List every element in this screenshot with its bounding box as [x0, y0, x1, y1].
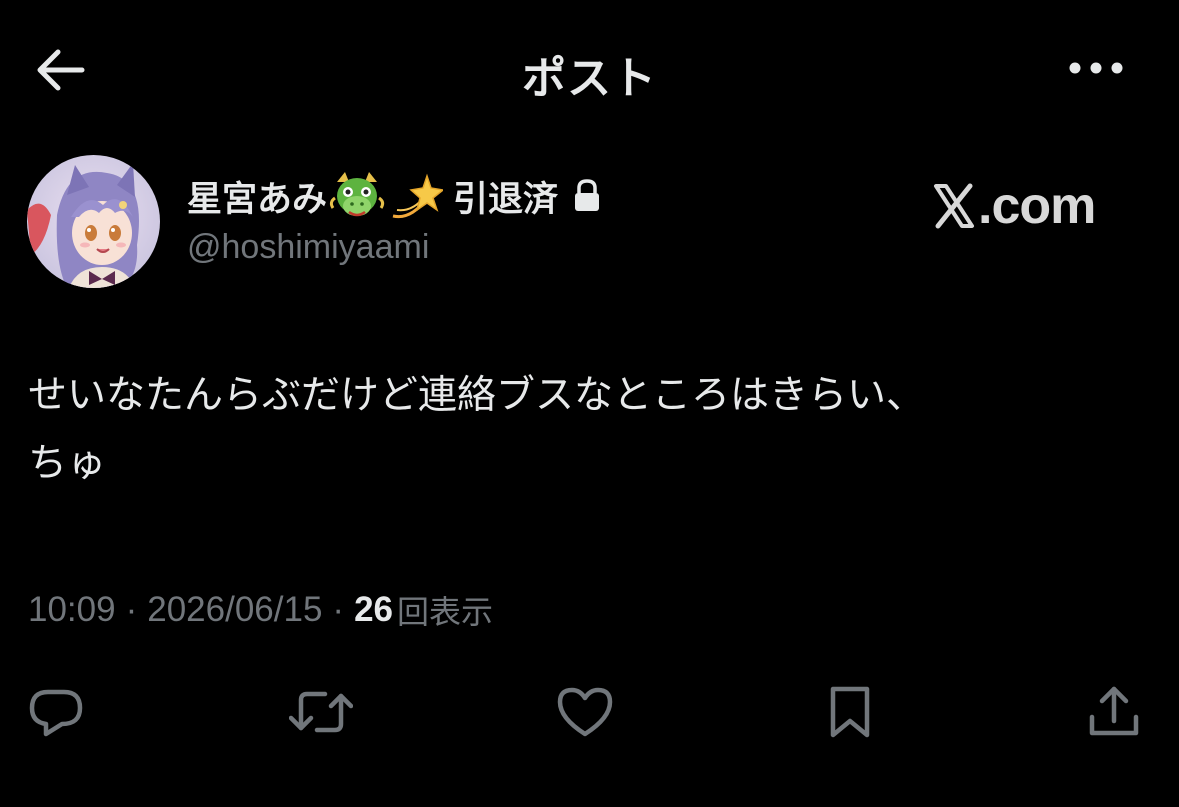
avatar-image — [27, 155, 160, 288]
views-label: 回表示 — [397, 593, 494, 631]
separator: · — [332, 590, 345, 629]
like-button[interactable] — [553, 680, 617, 744]
x-com-watermark: .com — [930, 176, 1096, 236]
more-horizontal-icon — [1069, 62, 1123, 74]
status-text: 引退済 — [453, 179, 559, 220]
post-text-line: せいなたんらぶだけど連絡ブスなところはきらい、 — [28, 373, 926, 418]
share-button[interactable] — [1082, 680, 1146, 744]
display-name-text: 星宮あみ — [187, 179, 328, 220]
user-handle[interactable]: @hoshimiyaami — [187, 228, 429, 267]
avatar[interactable] — [27, 155, 160, 288]
more-options-button[interactable] — [1060, 44, 1132, 92]
reply-icon — [29, 689, 83, 737]
post-body: せいなたんらぶだけど連絡ブスなところはきらい、 ちゅ — [28, 362, 1148, 498]
repost-button[interactable] — [289, 680, 353, 744]
watermark-suffix: .com — [978, 177, 1096, 235]
post-text-line: ちゅ — [28, 441, 107, 486]
lock-icon — [572, 178, 602, 214]
page-title: ポスト — [522, 53, 657, 104]
share-icon — [1089, 686, 1139, 736]
top-bar: ポスト — [0, 0, 1179, 140]
x-logo-icon — [934, 183, 974, 229]
dragon-face-emoji — [329, 168, 385, 224]
display-name[interactable]: 星宮あみ 引退済 — [187, 168, 602, 224]
reply-button[interactable] — [24, 680, 88, 744]
views-count[interactable]: 26 — [354, 590, 393, 630]
post-time[interactable]: 10:09 — [28, 590, 116, 630]
heart-icon — [557, 687, 613, 737]
post-meta: 10:09 · 2026/06/15 · 26 回表示 — [28, 584, 493, 636]
post-date[interactable]: 2026/06/15 — [147, 590, 322, 630]
bookmark-icon — [830, 686, 870, 738]
dizzy-star-emoji — [387, 168, 444, 224]
repost-icon — [289, 691, 353, 733]
separator: · — [125, 590, 138, 629]
bookmark-button[interactable] — [818, 680, 882, 744]
